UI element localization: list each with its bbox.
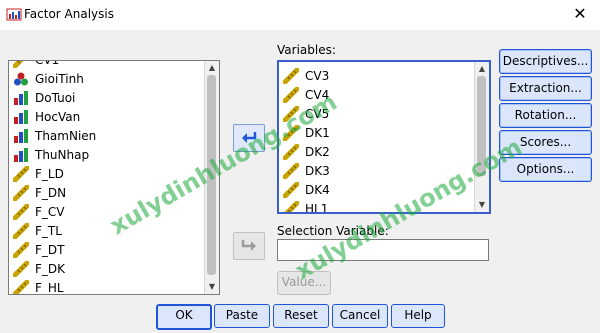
ruler-icon bbox=[11, 164, 31, 184]
extraction-button[interactable]: Extraction... bbox=[499, 76, 592, 101]
ruler-icon bbox=[281, 161, 301, 181]
list-item[interactable]: GioiTinh bbox=[13, 70, 84, 88]
list-item[interactable]: F_DN bbox=[11, 183, 67, 203]
list-item[interactable]: HocVan bbox=[13, 108, 80, 126]
ordinal-icon bbox=[13, 90, 29, 106]
list-item[interactable]: F_DT bbox=[11, 240, 65, 260]
list-item[interactable]: DK4 bbox=[281, 180, 330, 200]
ruler-icon bbox=[281, 180, 301, 200]
list-item-label: ThamNien bbox=[35, 129, 97, 143]
ruler-icon bbox=[11, 259, 31, 279]
list-item-label: CV3 bbox=[305, 69, 330, 83]
ruler-icon bbox=[281, 142, 301, 162]
paste-button[interactable]: Paste bbox=[214, 304, 270, 328]
list-item[interactable]: CV3 bbox=[281, 66, 330, 86]
scroll-down-icon[interactable]: ▼ bbox=[475, 199, 489, 211]
list-item[interactable]: HL1 bbox=[283, 199, 329, 214]
list-item[interactable]: ThuNhap bbox=[13, 146, 89, 164]
scroll-up-icon[interactable]: ▲ bbox=[475, 63, 489, 75]
spss-app-icon bbox=[6, 8, 22, 21]
ruler-icon bbox=[11, 278, 31, 294]
window-title: Factor Analysis bbox=[24, 7, 114, 21]
list-item[interactable]: DoTuoi bbox=[13, 89, 75, 107]
list-item-label: F_CV bbox=[35, 205, 65, 219]
ruler-icon bbox=[283, 199, 301, 212]
list-item[interactable]: F_DK bbox=[11, 259, 66, 279]
descriptives-button[interactable]: Descriptives... bbox=[499, 49, 592, 74]
list-item[interactable]: ThamNien bbox=[13, 127, 96, 145]
list-item-label: HL1 bbox=[305, 202, 329, 214]
list-item-label: F_DN bbox=[35, 186, 67, 200]
reset-button[interactable]: Reset bbox=[273, 304, 329, 328]
ordinal-icon bbox=[13, 109, 29, 125]
ruler-icon bbox=[11, 221, 31, 241]
list-item-label: HocVan bbox=[35, 110, 81, 124]
list-item-label: F_HL bbox=[35, 281, 64, 295]
list-item-label: F_TL bbox=[35, 224, 62, 238]
variables-label: Variables: bbox=[277, 43, 336, 57]
ordinal-icon bbox=[13, 147, 29, 163]
ok-button[interactable]: OK bbox=[156, 304, 212, 330]
ruler-icon bbox=[281, 66, 301, 86]
move-to-selection-button[interactable] bbox=[233, 232, 265, 260]
list-item[interactable]: F_TL bbox=[11, 221, 62, 241]
ruler-icon bbox=[11, 240, 31, 260]
ruler-icon bbox=[281, 85, 301, 105]
ruler-icon bbox=[11, 202, 31, 222]
list-item-label: DK4 bbox=[305, 183, 330, 197]
list-item-label: CV1 bbox=[35, 60, 60, 67]
variables-list-scrollbar[interactable]: ▲ ▼ bbox=[474, 62, 489, 212]
list-item-label: GioiTinh bbox=[35, 72, 84, 86]
ruler-icon bbox=[11, 183, 31, 203]
list-item[interactable]: DK3 bbox=[281, 161, 330, 181]
list-item[interactable]: F_LD bbox=[11, 164, 64, 184]
list-item-label: ThuNhap bbox=[35, 148, 90, 162]
arrow-right-icon bbox=[241, 240, 256, 251]
list-item-label: DoTuoi bbox=[35, 91, 76, 105]
ordinal-icon bbox=[13, 128, 29, 144]
ruler-icon bbox=[11, 61, 29, 70]
nominal-icon bbox=[13, 71, 29, 87]
scroll-up-icon[interactable]: ▲ bbox=[205, 62, 219, 74]
list-item-label: F_DK bbox=[35, 262, 66, 276]
list-item[interactable]: CV1 bbox=[11, 60, 60, 70]
list-item[interactable]: F_CV bbox=[11, 202, 65, 222]
help-button[interactable]: Help bbox=[391, 304, 445, 328]
rotation-button[interactable]: Rotation... bbox=[499, 103, 592, 128]
list-item-label: DK3 bbox=[305, 164, 330, 178]
list-item[interactable]: F_HL bbox=[11, 278, 64, 295]
title-bar: Factor Analysis ✕ bbox=[0, 0, 600, 30]
list-item-label: F_DT bbox=[35, 243, 65, 257]
list-item[interactable]: DK2 bbox=[281, 142, 330, 162]
cancel-button[interactable]: Cancel bbox=[332, 304, 388, 328]
close-icon[interactable]: ✕ bbox=[570, 4, 590, 24]
list-item-label: F_LD bbox=[35, 167, 64, 181]
list-item-label: DK2 bbox=[305, 145, 330, 159]
scroll-down-icon[interactable]: ▼ bbox=[205, 281, 219, 293]
